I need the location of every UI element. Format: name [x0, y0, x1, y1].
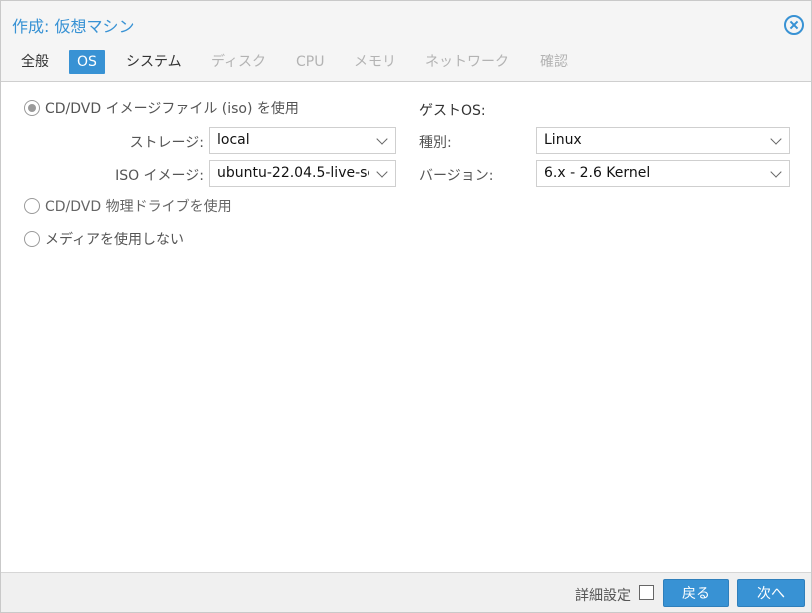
guest-os-heading: ゲストOS: [419, 103, 486, 119]
create-vm-dialog: 作成: 仮想マシン 全般 OS システム ディスク CPU メモリ ネットワーク… [0, 0, 812, 613]
tab-confirm: 確認 [540, 54, 568, 70]
iso-image-select[interactable]: ubuntu-22.04.5-live-se [209, 160, 396, 187]
radio-unchecked-icon [24, 231, 40, 247]
storage-select[interactable]: local [209, 127, 396, 154]
radio-iso-image[interactable]: CD/DVD イメージファイル (iso) を使用 [24, 98, 299, 118]
tab-cpu: CPU [296, 54, 325, 70]
radio-no-media[interactable]: メディアを使用しない [24, 229, 184, 249]
radio-checked-icon [24, 100, 40, 116]
advanced-label: 詳細設定 [575, 588, 631, 604]
os-version-select[interactable]: 6.x - 2.6 Kernel [536, 160, 790, 187]
os-version-label: バージョン: [419, 168, 494, 184]
os-version-value: 6.x - 2.6 Kernel [544, 165, 651, 181]
storage-value: local [217, 132, 250, 148]
close-icon[interactable] [784, 15, 804, 35]
tab-os[interactable]: OS [69, 50, 105, 74]
advanced-checkbox[interactable] [639, 585, 654, 600]
tab-network: ネットワーク [425, 54, 509, 70]
os-type-value: Linux [544, 132, 582, 148]
chevron-down-icon [770, 166, 782, 178]
next-button[interactable]: 次へ [737, 579, 805, 607]
chevron-down-icon [376, 166, 388, 178]
os-type-label: 種別: [419, 135, 452, 151]
os-type-select[interactable]: Linux [536, 127, 790, 154]
back-button[interactable]: 戻る [663, 579, 729, 607]
radio-no-media-label: メディアを使用しない [45, 232, 185, 248]
chevron-down-icon [376, 133, 388, 145]
dialog-title: 作成: 仮想マシン [12, 17, 135, 36]
tab-disk: ディスク [211, 54, 267, 70]
storage-label: ストレージ: [129, 135, 204, 151]
os-panel: CD/DVD イメージファイル (iso) を使用 ストレージ: local I… [1, 83, 811, 572]
iso-image-value: ubuntu-22.04.5-live-se [217, 165, 369, 181]
dialog-footer: 詳細設定 戻る 次へ [1, 572, 811, 612]
tab-memory: メモリ [354, 54, 396, 70]
radio-iso-label: CD/DVD イメージファイル (iso) を使用 [45, 101, 299, 117]
radio-physical-label: CD/DVD 物理ドライブを使用 [45, 199, 232, 215]
radio-unchecked-icon [24, 198, 40, 214]
radio-physical-drive[interactable]: CD/DVD 物理ドライブを使用 [24, 196, 232, 216]
title-bar: 作成: 仮想マシン [1, 1, 811, 46]
tab-bar: 全般 OS システム ディスク CPU メモリ ネットワーク 確認 [1, 46, 811, 82]
iso-image-label: ISO イメージ: [115, 168, 204, 184]
tab-system[interactable]: システム [126, 50, 182, 74]
tab-general[interactable]: 全般 [21, 50, 49, 74]
chevron-down-icon [770, 133, 782, 145]
